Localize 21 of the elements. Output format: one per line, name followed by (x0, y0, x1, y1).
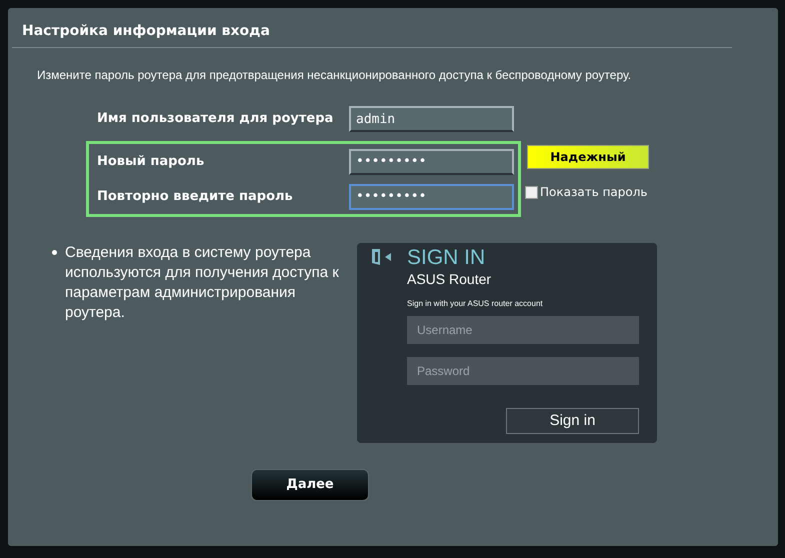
description-text: Измените пароль роутера для предотвращения несанкционированного доступа к беспроводному роутеру. (37, 68, 632, 82)
input-field[interactable]: ••••••••• (349, 148, 514, 174)
field-label: Повторно введите пароль (97, 188, 294, 206)
note-text: Сведения входа в систему роутера используются для получения доступа к параметрам администрирования роутера. (65, 243, 340, 323)
sign-in-title: SIGN IN (407, 246, 486, 270)
sign-in-subtitle: ASUS Router (407, 270, 492, 288)
sign-in-button[interactable]: Sign in (506, 408, 639, 434)
checkbox-label[interactable]: Показать пароль (540, 183, 648, 201)
bullet-icon (52, 250, 57, 255)
input-field[interactable]: ••••••••• (349, 184, 514, 210)
panel-title: Настройка информации входа (22, 22, 270, 41)
sign-in-hint: Sign in with your ASUS router account (407, 298, 543, 310)
next-button[interactable]: Далее (251, 469, 369, 501)
checkbox[interactable] (525, 186, 538, 198)
field-label: Новый пароль (97, 152, 206, 171)
door-icon (372, 249, 391, 265)
password-field[interactable]: Password (407, 357, 639, 385)
input-field[interactable]: admin (349, 106, 514, 132)
field-label: Имя пользователя для роутера (97, 110, 334, 128)
username-field[interactable]: Username (407, 316, 639, 344)
strength-indicator: Надежный (527, 145, 649, 169)
